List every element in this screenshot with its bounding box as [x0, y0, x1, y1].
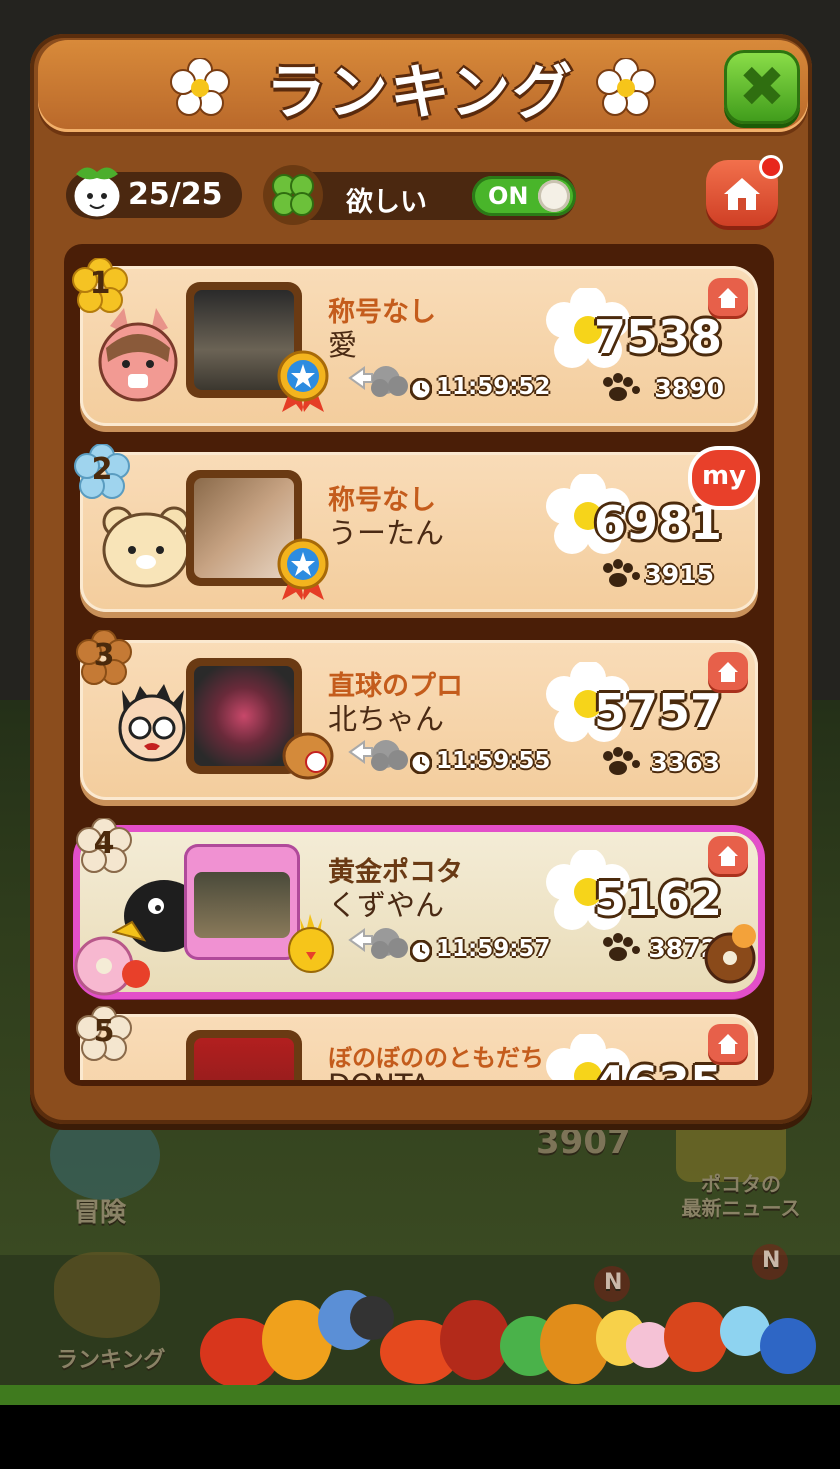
rank-number: 2	[91, 452, 113, 487]
notification-dot	[762, 158, 780, 176]
score: 5162	[593, 872, 722, 926]
player-name: うーたん	[328, 516, 445, 550]
close-button[interactable]: ✖	[724, 50, 800, 124]
notification-badge-label-2: N	[762, 1248, 781, 1273]
ground	[0, 1385, 840, 1405]
home-icon	[718, 288, 738, 308]
medal-icon	[277, 350, 329, 412]
visit-home-button[interactable]	[708, 1024, 748, 1062]
toggle-knob[interactable]	[538, 180, 570, 212]
toggle-label: ON	[488, 182, 529, 210]
medal-icon	[277, 538, 329, 600]
background-points: 3907	[536, 1122, 631, 1162]
hearts-count: 25/25	[128, 177, 223, 212]
my-badge: my	[692, 450, 756, 506]
notification-badge-label: N	[604, 1270, 623, 1295]
score: 6981	[593, 496, 722, 550]
profile-photo	[186, 1030, 302, 1080]
paw-count: 3363	[650, 748, 720, 777]
visit-home-button[interactable]	[708, 652, 748, 690]
rank-number: 4	[93, 826, 115, 861]
paw-count: 3890	[654, 374, 724, 403]
score: 7538	[593, 310, 722, 364]
page-title: ランキング	[265, 58, 575, 128]
underground	[0, 1405, 840, 1469]
clock-icon	[410, 378, 432, 400]
send-timer: 11:59:52	[436, 374, 551, 400]
home-icon	[718, 662, 738, 682]
flower-icon	[170, 58, 230, 116]
trophy-icon[interactable]	[54, 1252, 160, 1338]
send-cloud-icon[interactable]	[346, 730, 410, 774]
rank-number: 5	[93, 1014, 115, 1049]
send-cloud-icon[interactable]	[346, 918, 410, 962]
score: 5757	[593, 684, 722, 738]
donut-icon	[74, 936, 150, 996]
player-name: DONTA	[328, 1068, 430, 1080]
ranking-nav-label[interactable]: ランキング	[56, 1342, 165, 1374]
heart-character-icon	[71, 167, 123, 220]
visit-home-button[interactable]	[708, 836, 748, 874]
donut-icon	[704, 924, 756, 984]
score: 4635	[522, 1056, 722, 1080]
clover-icon	[263, 165, 323, 225]
visit-home-button[interactable]	[708, 278, 748, 316]
rank-number: 1	[89, 266, 111, 301]
home-icon	[718, 1034, 738, 1054]
clock-icon	[410, 752, 432, 774]
paw-count: 3915	[644, 560, 714, 589]
adventure-label[interactable]: 冒険	[74, 1192, 126, 1229]
flower-icon	[596, 58, 656, 116]
send-timer: 11:59:55	[436, 748, 551, 774]
avatar	[102, 506, 190, 588]
send-cloud-icon[interactable]	[346, 356, 410, 400]
wish-label: 欲しい	[346, 187, 427, 218]
news-label[interactable]: ポコタの 最新ニュース	[676, 1172, 806, 1220]
close-icon: ✖	[738, 54, 786, 120]
send-timer: 11:59:57	[436, 936, 551, 962]
avatar	[98, 308, 178, 402]
home-icon	[718, 846, 738, 866]
rank-number: 3	[93, 638, 115, 673]
clock-icon	[410, 940, 432, 962]
ranking-row-5-clip: 5 ぼのぼののともだち DONTA 4635	[64, 1000, 774, 1080]
